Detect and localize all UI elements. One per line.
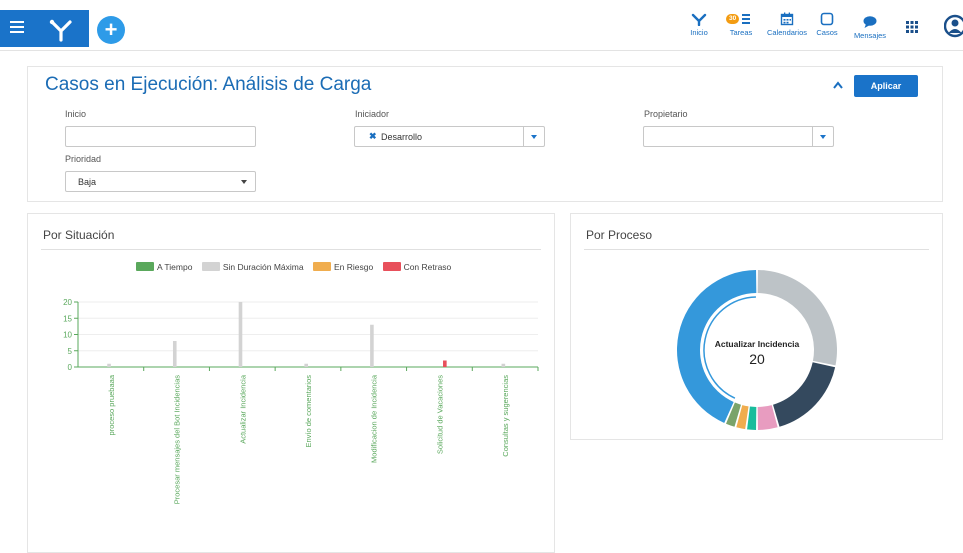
menu-icon[interactable] (10, 21, 24, 33)
iniciador-tag: Desarrollo (381, 132, 423, 142)
tasks-badge: 30 (726, 14, 740, 24)
top-bar: + Inicio 30 Tareas Calendarios Casos Men… (0, 0, 963, 51)
apply-button[interactable]: Aplicar (854, 75, 918, 97)
bar (370, 324, 374, 367)
nav-mensajes[interactable]: Mensajes (851, 15, 889, 53)
x-tick-label: Consultas y sugerencias (501, 375, 510, 457)
logo-icon[interactable] (48, 16, 74, 42)
nav-casos[interactable]: Casos (814, 12, 840, 50)
legend-swatch (312, 262, 331, 271)
prioridad-value: Baja (78, 177, 97, 187)
legend-swatch (382, 262, 401, 271)
nav-inicio[interactable]: Inicio (686, 12, 712, 50)
legend-label: Con Retraso (403, 262, 452, 272)
page-title: Casos en Ejecución: Análisis de Carga (45, 74, 372, 95)
inicio-label: Inicio (65, 109, 87, 119)
donut-center-value: 20 (749, 351, 765, 367)
legend-swatch (201, 262, 220, 271)
bar (501, 363, 506, 367)
chevron-up-icon[interactable] (832, 80, 844, 90)
y-tick-label: 5 (68, 347, 73, 356)
propietario-select[interactable] (643, 126, 834, 147)
bar (238, 302, 243, 367)
brand-bar (0, 10, 89, 47)
legend-item[interactable]: En Riesgo (312, 262, 374, 272)
nav-label: Mensajes (853, 31, 887, 40)
remove-tag-icon[interactable]: ✖ (369, 131, 377, 142)
nav-label: Calendarios (766, 28, 808, 37)
home-branch-icon (691, 13, 707, 26)
prioridad-label: Prioridad (65, 154, 102, 164)
divider (41, 249, 541, 250)
iniciador-select[interactable]: ✖ Desarrollo (354, 126, 545, 147)
proceso-card: Por Proceso Actualizar Incidencia 20 (570, 213, 943, 440)
inicio-input[interactable] (65, 126, 256, 147)
iniciador-label: Iniciador (355, 109, 390, 119)
x-tick-label: proceso pruebaaa (107, 374, 116, 435)
legend-item[interactable]: Sin Duración Máxima (201, 262, 304, 272)
nav-label: Tareas (729, 28, 753, 37)
prioridad-select[interactable]: Baja (65, 171, 256, 192)
y-tick-label: 10 (63, 331, 72, 340)
chevron-down-icon[interactable] (812, 127, 833, 146)
situacion-card: Por Situación A Tiempo Sin Duración Máxi… (27, 213, 555, 553)
nav-calendarios[interactable]: Calendarios (764, 12, 810, 50)
apps-grid-icon[interactable] (906, 21, 918, 33)
y-tick-label: 15 (63, 314, 72, 323)
donut-slice (747, 406, 757, 430)
bar (304, 363, 308, 367)
donut-center-label: Actualizar Incidencia (714, 339, 800, 349)
x-tick-label: Modificacion de Incidencia (370, 374, 379, 463)
situacion-title: Por Situación (43, 228, 115, 242)
legend-item[interactable]: A Tiempo (136, 262, 192, 272)
legend-label: Sin Duración Máxima (222, 262, 304, 272)
legend-swatch (136, 262, 154, 271)
y-tick-label: 0 (68, 363, 73, 372)
cases-icon (820, 12, 834, 26)
x-tick-label: Procesar mensajes del Bot Incidencias (173, 375, 182, 504)
x-tick-label: Solicitud de Vacaciones (435, 375, 444, 454)
legend-item[interactable]: Con Retraso (382, 262, 452, 272)
nav-label: Casos (816, 28, 838, 37)
messages-icon (863, 16, 877, 28)
x-tick-label: Actualizar Incidencia (238, 374, 247, 444)
bar (443, 360, 447, 367)
situacion-legend: A Tiempo Sin Duración Máxima En Riesgo C… (136, 262, 458, 274)
chevron-down-icon (241, 180, 247, 184)
situacion-bar-chart: 0 5 10 15 20 proceso pruebaaa Procesar mensaje… (63, 298, 539, 504)
legend-label: En Riesgo (333, 262, 374, 272)
calendar-icon (780, 12, 794, 26)
chevron-down-icon[interactable] (523, 127, 544, 146)
bar (172, 341, 177, 367)
proceso-title: Por Proceso (586, 228, 653, 242)
add-button[interactable]: + (97, 16, 125, 44)
y-tick-label: 20 (63, 298, 72, 307)
propietario-label: Propietario (644, 109, 688, 119)
bar (107, 363, 111, 367)
filter-panel: Casos en Ejecución: Análisis de Carga Ap… (27, 66, 943, 202)
user-avatar-icon[interactable] (944, 12, 963, 40)
nav-label: Inicio (690, 28, 708, 37)
x-tick-label: Envío de comentarios (304, 375, 313, 448)
donut-slice (773, 362, 836, 427)
nav-tareas[interactable]: 30 Tareas (726, 12, 754, 50)
legend-label: A Tiempo (157, 262, 193, 272)
